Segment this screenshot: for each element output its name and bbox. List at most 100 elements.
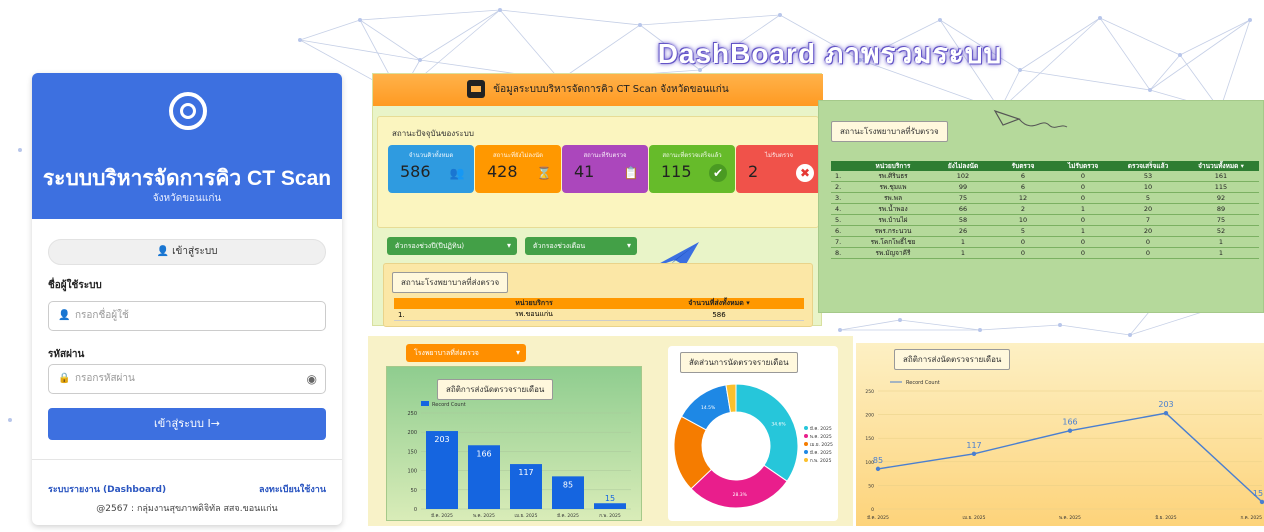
col-header[interactable]: ไม่รับตรวจ bbox=[1053, 161, 1113, 171]
bar-value-label: 15 bbox=[605, 494, 615, 503]
table-cell: 7 bbox=[1113, 214, 1183, 226]
data-point bbox=[971, 451, 977, 456]
col-header[interactable]: หน่วยบริการ bbox=[434, 298, 634, 309]
network-line bbox=[499, 9, 641, 26]
col-header[interactable]: ตรวจเสร็จแล้ว bbox=[1113, 161, 1183, 171]
col-header[interactable]: รับตรวจ bbox=[993, 161, 1053, 171]
table-cell: รพ.น้ำพอง bbox=[853, 203, 933, 215]
table-row: 3. รพ.พล 75 12 0 5 92 bbox=[831, 192, 1259, 204]
network-node bbox=[1178, 53, 1182, 57]
bar-chart: Record Count 0 50 100 150 200 250 203 มี.ค. 2025… bbox=[407, 401, 631, 519]
network-line bbox=[359, 9, 501, 21]
lock-icon: 🔒 bbox=[58, 373, 71, 384]
cancel-icon: ✖ bbox=[796, 164, 814, 182]
dashboard-link[interactable]: ระบบรายงาน (Dashboard) bbox=[48, 482, 166, 496]
y-tick-label: 250 bbox=[407, 411, 417, 417]
col-header[interactable]: ยังไม่ลงนัด bbox=[933, 161, 993, 171]
point-label: 166 bbox=[1062, 418, 1077, 427]
login-tab[interactable]: 👤 เข้าสู่ระบบ bbox=[48, 239, 326, 265]
table-row: 7. รพ.โคกโพธิ์ไชย 1 0 0 0 1 bbox=[831, 236, 1259, 248]
legend-label: Record Count bbox=[432, 402, 466, 408]
eye-icon[interactable]: ◉ bbox=[307, 365, 317, 393]
login-button[interactable]: เข้าสู่ระบบ I→ bbox=[48, 408, 326, 440]
table-cell: 12 bbox=[993, 192, 1053, 204]
network-node bbox=[418, 58, 422, 62]
table-cell: 0 bbox=[1053, 247, 1113, 259]
password-placeholder: กรอกรหัสผ่าน bbox=[75, 373, 135, 384]
table-cell: 1 bbox=[1183, 247, 1259, 259]
pie-chart: 34.6% 28.3% 14.5% มี.ค. 2025 พ.ค. 2025 เม.ย. … bbox=[673, 383, 833, 509]
line-chart: Record Count05010015020025085มี.ค. 20251… bbox=[865, 380, 1264, 521]
legend-label: ก.พ. 2025 bbox=[810, 458, 832, 464]
network-node bbox=[978, 328, 982, 332]
x-tick-label: พ.ค. 2025 bbox=[473, 513, 495, 519]
status-box: สถานะปัจจุบันของระบบ จำนวนคิวทั้งหมด 586 👥… bbox=[377, 116, 822, 228]
username-placeholder: กรอกชื่อผู้ใช้ bbox=[75, 310, 129, 321]
status-title: สถานะปัจจุบันของระบบ bbox=[392, 129, 474, 138]
sending-table: หน่วยบริการ จำนวนที่ส่งทั้งหมด ▾ 1. รพ.ข… bbox=[394, 298, 804, 321]
clipboard-icon: 📋 bbox=[623, 166, 639, 180]
network-line bbox=[639, 14, 781, 26]
username-label: ชื่อผู้ใช้ระบบ bbox=[48, 280, 102, 291]
table-cell: 58 bbox=[933, 214, 993, 226]
month-filter-dropdown[interactable]: ตัวกรองช่วงเดือน bbox=[525, 237, 637, 255]
table-cell: 102 bbox=[933, 171, 993, 182]
col-header[interactable]: จำนวนที่ส่งทั้งหมด ▾ bbox=[634, 298, 804, 309]
legend-label: มี.ค. 2025 bbox=[810, 450, 832, 456]
card-value: 428 bbox=[487, 162, 518, 181]
table-cell: รพ.ศิรินธร bbox=[853, 171, 933, 182]
network-node bbox=[1148, 88, 1152, 92]
table-cell: 1 bbox=[933, 236, 993, 248]
copyright-text: @2567 : กลุ่มงานสุขภาพดิจิทัล สสจ.ขอนแก่… bbox=[96, 504, 278, 514]
point-label: 15 bbox=[1253, 489, 1263, 498]
table-row: 4. รพ.น้ำพอง 66 2 1 20 89 bbox=[831, 203, 1259, 215]
register-link[interactable]: ลงทะเบียนใช้งาน bbox=[259, 482, 326, 496]
network-line bbox=[1059, 324, 1131, 336]
table-cell: 0 bbox=[993, 236, 1053, 248]
password-label: รหัสผ่าน bbox=[48, 349, 85, 360]
line-chart-panel: สถิติการส่งนัดตรวจรายเดือน Record Count 0… bbox=[856, 343, 1264, 526]
card-value: 41 bbox=[574, 162, 595, 181]
col-header[interactable]: จำนวนทั้งหมด ▾ bbox=[1183, 161, 1259, 171]
y-tick-label: 0 bbox=[414, 507, 417, 513]
pie-chart-title: สัดส่วนการนัดตรวจรายเดือน bbox=[680, 352, 798, 373]
x-tick-label: ก.ค. 2025 bbox=[1241, 515, 1263, 521]
col-header[interactable] bbox=[831, 161, 853, 171]
username-input[interactable]: 👤 กรอกชื่อผู้ใช้ bbox=[48, 301, 326, 331]
status-card: จำนวนคิวทั้งหมด 586 👥 bbox=[388, 145, 474, 193]
network-line bbox=[299, 19, 361, 41]
network-line bbox=[1099, 17, 1151, 91]
x-tick-label: มี.ค. 2025 bbox=[431, 513, 453, 519]
col-header[interactable]: หน่วยบริการ bbox=[853, 161, 933, 171]
bar-value-label: 85 bbox=[563, 480, 573, 489]
password-input[interactable]: 🔒 กรอกรหัสผ่าน ◉ bbox=[48, 364, 326, 394]
hospital-filter-dropdown[interactable]: โรงพยาบาลที่ส่งตรวจ bbox=[406, 344, 526, 362]
card-label: จำนวนคิวทั้งหมด bbox=[408, 152, 454, 159]
sending-title: สถานะโรงพยาบาลที่ส่งตรวจ bbox=[392, 272, 509, 293]
table-cell: 75 bbox=[933, 192, 993, 204]
network-node bbox=[18, 148, 22, 152]
legend-dot bbox=[804, 426, 808, 430]
year-filter-dropdown[interactable]: ตัวกรองช่วงปี(ปีปฏิทิน) bbox=[387, 237, 517, 255]
bar-chart-box: สถิติการส่งนัดตรวจรายเดือน Record Count 0… bbox=[386, 366, 642, 521]
table-cell: 92 bbox=[1183, 192, 1259, 204]
bar-value-label: 166 bbox=[476, 449, 491, 458]
network-line bbox=[899, 319, 981, 331]
login-subtitle: จังหวัดขอนแก่น bbox=[152, 193, 222, 204]
x-tick-label: เม.ย. 2025 bbox=[515, 513, 538, 519]
panel-header-text: ข้อมูลระบบบริหารจัดการคิว CT Scan จังหวั… bbox=[493, 84, 729, 95]
table-cell: 7. bbox=[831, 236, 853, 248]
panel-header: ข้อมูลระบบบริหารจัดการคิว CT Scan จังหวั… bbox=[373, 74, 823, 106]
table-cell: รพ.มัญจาคีรี bbox=[853, 247, 933, 259]
legend-dot bbox=[804, 450, 808, 454]
table-cell: 6 bbox=[993, 171, 1053, 182]
network-line bbox=[1019, 17, 1101, 71]
table-cell: 52 bbox=[1183, 225, 1259, 237]
table-cell: 5 bbox=[1113, 192, 1183, 204]
network-node bbox=[1128, 333, 1132, 337]
legend-dot bbox=[804, 434, 808, 438]
table-cell: 6 bbox=[993, 181, 1053, 193]
legend-label: พ.ค. 2025 bbox=[810, 434, 832, 440]
table-cell: 75 bbox=[1183, 214, 1259, 226]
table-cell: 0 bbox=[1113, 247, 1183, 259]
